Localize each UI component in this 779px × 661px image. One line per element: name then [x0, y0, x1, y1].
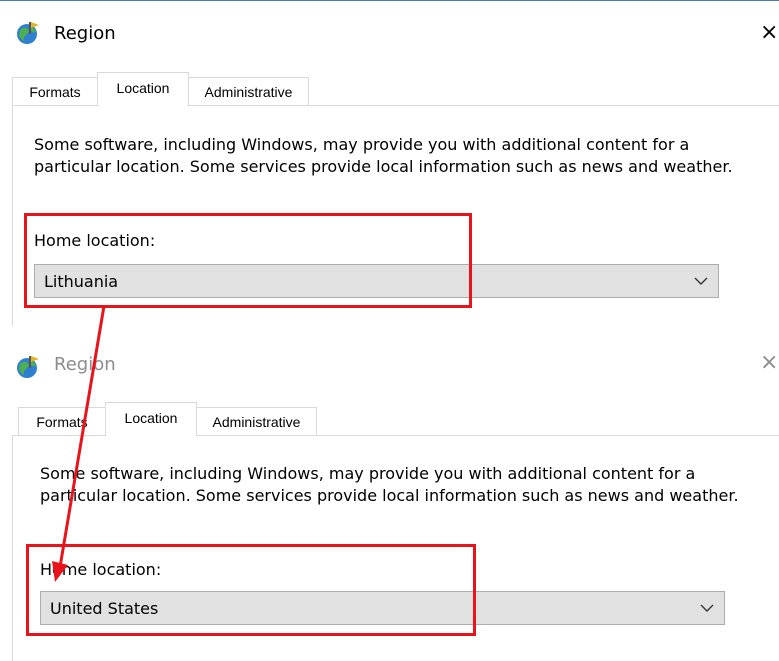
location-description: Some software, including Windows, may pr…: [40, 464, 739, 505]
tab-location[interactable]: Location: [97, 72, 189, 106]
chevron-down-icon: [700, 604, 714, 612]
tab-formats[interactable]: Formats: [18, 407, 106, 435]
region-globe-icon: [17, 22, 39, 44]
home-location-label: Home location:: [34, 231, 156, 250]
home-location-dropdown[interactable]: United States: [40, 591, 725, 625]
close-icon[interactable]: ×: [760, 348, 779, 378]
tab-administrative[interactable]: Administrative: [196, 407, 317, 435]
home-location-dropdown[interactable]: Lithuania: [34, 264, 719, 298]
title-bar: Region ×: [0, 330, 779, 390]
tab-formats[interactable]: Formats: [12, 77, 98, 105]
region-dialog-after: Region × Formats Location Administrative…: [0, 330, 779, 661]
home-location-value: Lithuania: [44, 272, 119, 291]
tab-location[interactable]: Location: [105, 402, 197, 436]
tab-strip: Formats Location Administrative: [12, 72, 779, 106]
tab-administrative[interactable]: Administrative: [188, 77, 309, 105]
region-dialog-before: Region × Formats Location Administrative…: [0, 0, 779, 326]
title-bar: Region ×: [0, 0, 779, 60]
panel-left-border: [12, 435, 13, 661]
panel-left-border: [12, 105, 13, 326]
dialog-title: Region: [54, 354, 116, 375]
dialog-title: Region: [54, 23, 116, 44]
region-globe-icon: [17, 356, 39, 378]
home-location-value: United States: [50, 599, 159, 618]
close-icon[interactable]: ×: [760, 18, 779, 48]
screenshot-stage: Region × Formats Location Administrative…: [0, 0, 779, 661]
chevron-down-icon: [694, 277, 708, 285]
tab-strip: Formats Location Administrative: [12, 402, 779, 436]
location-description: Some software, including Windows, may pr…: [34, 135, 733, 176]
home-location-label: Home location:: [40, 560, 162, 579]
